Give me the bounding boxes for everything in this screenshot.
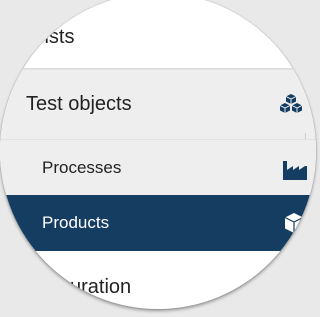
sidebar-item-label: Processes [42, 157, 122, 177]
cube-icon [282, 211, 306, 235]
magnifier-lens: lists Test objects Processes Products ur… [0, 0, 316, 309]
sidebar-item-lists[interactable]: lists [0, 15, 316, 59]
factory-icon [282, 157, 308, 181]
sidebar-menu: lists Test objects Processes Products ur… [0, 0, 316, 309]
boxes-stack-icon [278, 92, 304, 118]
sidebar-item-label: Products [42, 213, 110, 232]
sidebar-item-label: lists [40, 25, 75, 48]
sidebar-item-configuration[interactable]: uration [0, 265, 316, 309]
sidebar-item-label: uration [70, 275, 132, 298]
sidebar-item-label: Test objects [26, 93, 132, 115]
sidebar-item-products[interactable]: Products [0, 195, 316, 251]
sidebar-item-test-objects[interactable]: Test objects [0, 69, 316, 139]
sidebar-item-processes[interactable]: Processes [0, 139, 316, 195]
